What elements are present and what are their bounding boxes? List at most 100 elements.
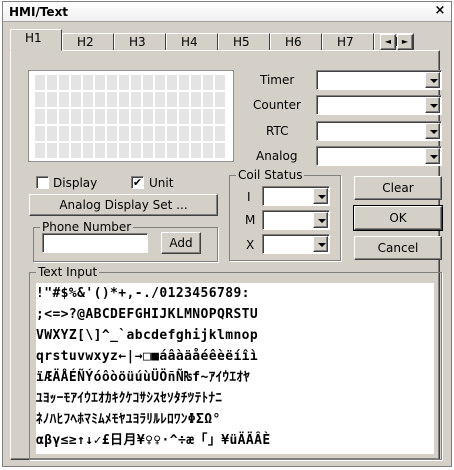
display-cell: [179, 92, 189, 107]
display-cell: [203, 143, 213, 158]
display-cell: [191, 126, 201, 141]
char-row[interactable]: !"#$%&'()*+,-./0123456789:: [36, 283, 250, 304]
display-cell: [191, 75, 201, 90]
display-cell: [71, 109, 81, 124]
tab-strip: H1 H2 H3 H4 H5 H6 H7 H ◄ ►: [10, 29, 424, 51]
display-cell: [35, 126, 45, 141]
display-label: Display: [53, 176, 98, 190]
analog-display-set-button[interactable]: Analog Display Set ...: [29, 194, 218, 216]
display-cell: [167, 126, 177, 141]
text-input-label: Text Input: [36, 265, 100, 279]
scroll-left-icon[interactable]: ◄: [380, 34, 396, 50]
char-row[interactable]: qrstuvwxyz←|→□■áâàäåéêèëíîì: [36, 346, 258, 367]
display-cell: [71, 143, 81, 158]
char-row[interactable]: VWXYZ[\]^_`abcdefghijklmnop: [36, 325, 258, 346]
display-cell: [203, 92, 213, 107]
tab-scroll: ◄ ►: [380, 34, 434, 50]
display-cell: [131, 109, 141, 124]
tab-h6[interactable]: H6: [270, 33, 322, 51]
display-cell: [47, 143, 57, 158]
display-cell: [35, 143, 45, 158]
display-cell: [47, 109, 57, 124]
display-cell: [119, 75, 129, 90]
display-cell: [47, 126, 57, 141]
tab-h7[interactable]: H7: [322, 33, 374, 51]
display-cell: [143, 143, 153, 158]
add-button[interactable]: Add: [161, 232, 201, 254]
chevron-down-icon[interactable]: [313, 212, 328, 228]
display-cell: [59, 75, 69, 90]
clear-button[interactable]: Clear: [354, 176, 442, 200]
display-cell: [155, 109, 165, 124]
char-row[interactable]: ïÆÄÅÉÑÝóôòöüúùÜÖñÑ₨f~ｱｲｳｴｵﾔ: [36, 367, 250, 388]
display-cell: [71, 126, 81, 141]
coil-i-label: I: [247, 190, 251, 204]
coil-m-label: M: [245, 213, 256, 227]
cancel-button[interactable]: Cancel: [354, 236, 442, 260]
display-cell: [215, 126, 225, 141]
display-cell: [179, 109, 189, 124]
display-cell: [119, 143, 129, 158]
counter-select[interactable]: [316, 95, 442, 115]
display-cell: [119, 92, 129, 107]
display-cell: [155, 92, 165, 107]
display-cell: [47, 75, 57, 90]
display-cell: [107, 75, 117, 90]
chevron-down-icon[interactable]: [425, 123, 440, 139]
display-cell: [179, 75, 189, 90]
display-cell: [83, 143, 93, 158]
phone-number-input[interactable]: [42, 233, 148, 253]
char-row[interactable]: αβγ≤≥↑↓✓£日月¥♀♀·^÷æ「」¥üÄÄÂÈ: [36, 430, 271, 451]
tab-h4[interactable]: H4: [166, 33, 218, 51]
display-cell: [131, 126, 141, 141]
display-cell: [95, 126, 105, 141]
coil-i-select[interactable]: [262, 186, 330, 206]
display-cell: [191, 92, 201, 107]
display-cell: [143, 92, 153, 107]
display-cell: [59, 143, 69, 158]
display-cell: [143, 109, 153, 124]
chevron-down-icon[interactable]: [425, 148, 440, 164]
tab-h1[interactable]: H1: [10, 29, 62, 51]
char-row[interactable]: ﾕﾖｯｰﾓｱｲｳｴｵｶｷｸｹｺｻｼｽｾｿﾀﾁﾂﾃﾄﾅﾆ: [36, 388, 222, 409]
display-cell: [83, 75, 93, 90]
unit-checkbox[interactable]: ✔: [131, 176, 144, 189]
display-cell: [167, 92, 177, 107]
title-bar[interactable]: HMI/Text ×: [3, 2, 451, 22]
display-cell: [155, 143, 165, 158]
display-cell: [215, 92, 225, 107]
chevron-down-icon[interactable]: [425, 97, 440, 113]
display-cell: [143, 75, 153, 90]
phone-number-label: Phone Number: [40, 220, 134, 234]
char-row[interactable]: ;<=>?@ABCDEFGHIJKLMNOPQRSTU: [36, 304, 258, 325]
display-cell: [167, 109, 177, 124]
tab-h3[interactable]: H3: [114, 33, 166, 51]
display-preview-grid: [28, 70, 234, 162]
display-cell: [119, 109, 129, 124]
timer-select[interactable]: [316, 70, 442, 90]
display-cell: [167, 143, 177, 158]
ok-button[interactable]: OK: [353, 205, 443, 231]
chevron-down-icon[interactable]: [313, 236, 328, 252]
display-checkbox[interactable]: [36, 176, 49, 189]
close-icon[interactable]: ×: [433, 4, 447, 18]
display-cell: [131, 75, 141, 90]
display-cell: [59, 126, 69, 141]
display-cell: [83, 109, 93, 124]
rtc-select[interactable]: [316, 121, 442, 141]
tab-h5[interactable]: H5: [218, 33, 270, 51]
char-row[interactable]: ﾈﾉﾊﾋﾌﾍﾎﾏﾐﾑﾒﾓﾔﾕﾖﾗﾘﾙﾚﾛﾜﾝΦΣΩ°: [36, 409, 221, 430]
tab-h2[interactable]: H2: [62, 33, 114, 51]
coil-m-select[interactable]: [262, 210, 330, 230]
character-palette[interactable]: !"#$%&'()*+,-./0123456789: ;<=>?@ABCDEFG…: [36, 283, 434, 454]
display-cell: [107, 126, 117, 141]
chevron-down-icon[interactable]: [425, 72, 440, 88]
chevron-down-icon[interactable]: [313, 188, 328, 204]
scroll-right-icon[interactable]: ►: [397, 34, 413, 50]
display-cell: [155, 75, 165, 90]
display-cell: [83, 92, 93, 107]
coil-x-select[interactable]: [262, 234, 330, 254]
analog-select[interactable]: [316, 146, 442, 166]
display-cell: [143, 126, 153, 141]
display-cell: [95, 92, 105, 107]
